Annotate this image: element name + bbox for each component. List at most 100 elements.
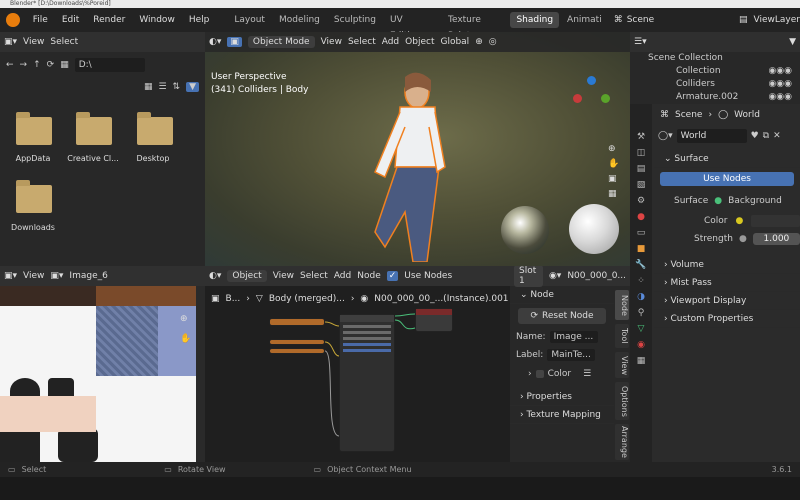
tab-sculpting[interactable]: Sculpting <box>328 12 382 28</box>
menu-window[interactable]: Window <box>132 15 182 25</box>
properties-panel-header[interactable]: › Properties <box>510 388 614 406</box>
strength-field[interactable]: 1.000 <box>752 233 800 245</box>
use-nodes-button[interactable]: Use Nodes <box>660 172 794 186</box>
grid-icon[interactable]: ▦ <box>608 189 619 199</box>
snap-icon[interactable]: ⊕ <box>475 37 483 47</box>
render-tab-icon[interactable]: ◫ <box>637 148 646 158</box>
folder-icon[interactable] <box>16 180 52 213</box>
view-layer-tab-icon[interactable]: ▧ <box>637 180 646 190</box>
close-icon[interactable]: ✕ <box>773 131 781 141</box>
slot-dropdown[interactable]: Slot 1 <box>514 266 543 287</box>
editor-type-icon[interactable]: ▣▾ <box>4 271 17 281</box>
blender-logo-icon[interactable] <box>6 13 20 27</box>
scene-selector[interactable]: Scene <box>627 15 725 25</box>
menu-render[interactable]: Render <box>86 15 132 25</box>
viewport-display-panel-header[interactable]: › Viewport Display <box>654 292 800 310</box>
particles-tab-icon[interactable]: ⁘ <box>637 276 645 286</box>
viewport-view-menu[interactable]: View <box>321 37 342 47</box>
list-view-icon[interactable]: ☰ <box>158 82 166 92</box>
mist-panel-header[interactable]: › Mist Pass <box>654 274 800 292</box>
outliner-editor-icon[interactable]: ☰▾ <box>634 37 647 47</box>
node-name-field[interactable]: Image ... <box>549 331 598 343</box>
color-checkbox[interactable] <box>535 370 544 378</box>
object-tab-icon[interactable]: ■ <box>637 244 646 254</box>
outliner-row[interactable]: Armature.002 ◉◉◉ <box>630 91 800 104</box>
path-field[interactable]: D:\ <box>74 58 145 72</box>
scene-collection-row[interactable]: Scene Collection <box>630 52 800 65</box>
outliner-filter-icon[interactable]: ▼ <box>789 37 796 47</box>
outliner-row[interactable]: Colliders ◉◉◉ <box>630 78 800 91</box>
node-color-row[interactable]: › Color ☰ <box>510 364 614 384</box>
viewport-3d[interactable]: ◐▾ ▣ Object Mode View Select Add Object … <box>205 32 630 266</box>
visibility-eye-icon[interactable]: ◉◉◉ <box>768 65 792 78</box>
physics-tab-icon[interactable]: ◑ <box>637 292 645 302</box>
image-view-menu[interactable]: View <box>23 271 44 281</box>
sidebar-tab-options[interactable]: Options <box>615 382 629 420</box>
reset-node-button[interactable]: ⟳ Reset Node <box>518 308 606 324</box>
texture-mapping-panel-header[interactable]: › Texture Mapping <box>510 406 614 424</box>
tab-animation[interactable]: Animati <box>561 12 608 28</box>
image-browse-icon[interactable]: ▣▾ <box>50 271 63 281</box>
modifier-tab-icon[interactable]: 🔧 <box>635 260 646 270</box>
surface-panel-header[interactable]: ⌄ Surface <box>654 150 800 168</box>
background-shader-field[interactable]: Background <box>728 196 782 206</box>
thumbnail-view-icon[interactable]: ▦ <box>144 82 153 92</box>
menu-file[interactable]: File <box>26 15 55 25</box>
fake-user-icon[interactable]: ♥ <box>751 131 759 141</box>
node-editor[interactable]: ◐▾ Object View Select Add Node ✓ Use Nod… <box>205 266 510 462</box>
sidebar-tab-tool[interactable]: Tool <box>615 324 629 348</box>
world-name-field[interactable]: World <box>676 129 747 143</box>
transform-orientation-dropdown[interactable]: Global <box>440 37 469 47</box>
breadcrumb-world[interactable]: World <box>734 110 760 120</box>
breadcrumb-scene[interactable]: Scene <box>675 110 702 120</box>
folder-icon[interactable] <box>76 112 112 145</box>
visibility-eye-icon[interactable]: ◉◉◉ <box>768 78 792 91</box>
folder-icon[interactable] <box>137 112 173 145</box>
file-select-menu[interactable]: Select <box>50 37 78 47</box>
proportional-edit-icon[interactable]: ◎ <box>489 37 497 47</box>
viewport-object-menu[interactable]: Object <box>405 37 434 47</box>
tool-tab-icon[interactable]: ⚒ <box>637 132 645 142</box>
back-arrow-icon[interactable]: ← <box>6 60 14 70</box>
material-tab-icon[interactable]: ◉ <box>637 340 645 350</box>
mode-dropdown[interactable]: Object Mode <box>247 36 315 48</box>
menu-help[interactable]: Help <box>182 15 217 25</box>
z-axis-icon[interactable] <box>587 76 596 85</box>
zoom-icon[interactable]: ⊕ <box>180 314 188 324</box>
editor-type-icon[interactable]: ◐▾ <box>209 37 221 47</box>
editor-type-icon[interactable]: ▣▾ <box>4 37 17 47</box>
texture-tab-icon[interactable]: ▦ <box>637 356 646 366</box>
color-swatch[interactable] <box>751 215 800 227</box>
viewport-select-menu[interactable]: Select <box>348 37 376 47</box>
scene-tab-icon[interactable]: ⚙ <box>637 196 645 206</box>
select-box-icon[interactable]: ▣ <box>227 37 242 47</box>
tab-uv-editing[interactable]: UV Editing <box>384 12 440 41</box>
tab-modeling[interactable]: Modeling <box>273 12 326 28</box>
tab-shading[interactable]: Shading <box>510 12 560 28</box>
texture-canvas[interactable] <box>0 286 196 462</box>
sidebar-tab-view[interactable]: View <box>615 352 629 378</box>
node-label-field[interactable]: MainTe... <box>547 349 596 361</box>
copy-icon[interactable]: ⧉ <box>763 131 769 141</box>
refresh-icon[interactable]: ⟳ <box>47 60 55 70</box>
pan-hand-icon[interactable]: ✋ <box>180 334 191 344</box>
tab-texture-paint[interactable]: Texture Paint <box>442 12 508 41</box>
world-selector-icon[interactable]: ◯▾ <box>658 131 673 141</box>
new-folder-icon[interactable]: ▦ <box>60 60 69 70</box>
camera-icon[interactable]: ▣ <box>608 174 619 184</box>
menu-edit[interactable]: Edit <box>55 15 86 25</box>
folder-icon[interactable] <box>16 112 52 145</box>
node-panel-header[interactable]: ⌄ Node <box>510 286 614 304</box>
x-axis-icon[interactable] <box>573 94 582 103</box>
material-browse-icon[interactable]: ◉▾ <box>549 271 561 281</box>
parent-dir-icon[interactable]: ↑ <box>33 60 41 70</box>
world-tab-icon[interactable]: ● <box>637 212 645 222</box>
collection-tab-icon[interactable]: ▭ <box>637 228 646 238</box>
custom-properties-panel-header[interactable]: › Custom Properties <box>654 310 800 328</box>
list-icon[interactable]: ☰ <box>583 369 591 379</box>
visibility-eye-icon[interactable]: ◉◉◉ <box>768 91 792 104</box>
viewport-add-menu[interactable]: Add <box>382 37 399 47</box>
forward-arrow-icon[interactable]: → <box>20 60 28 70</box>
output-tab-icon[interactable]: ▤ <box>637 164 646 174</box>
pan-hand-icon[interactable]: ✋ <box>608 159 619 169</box>
